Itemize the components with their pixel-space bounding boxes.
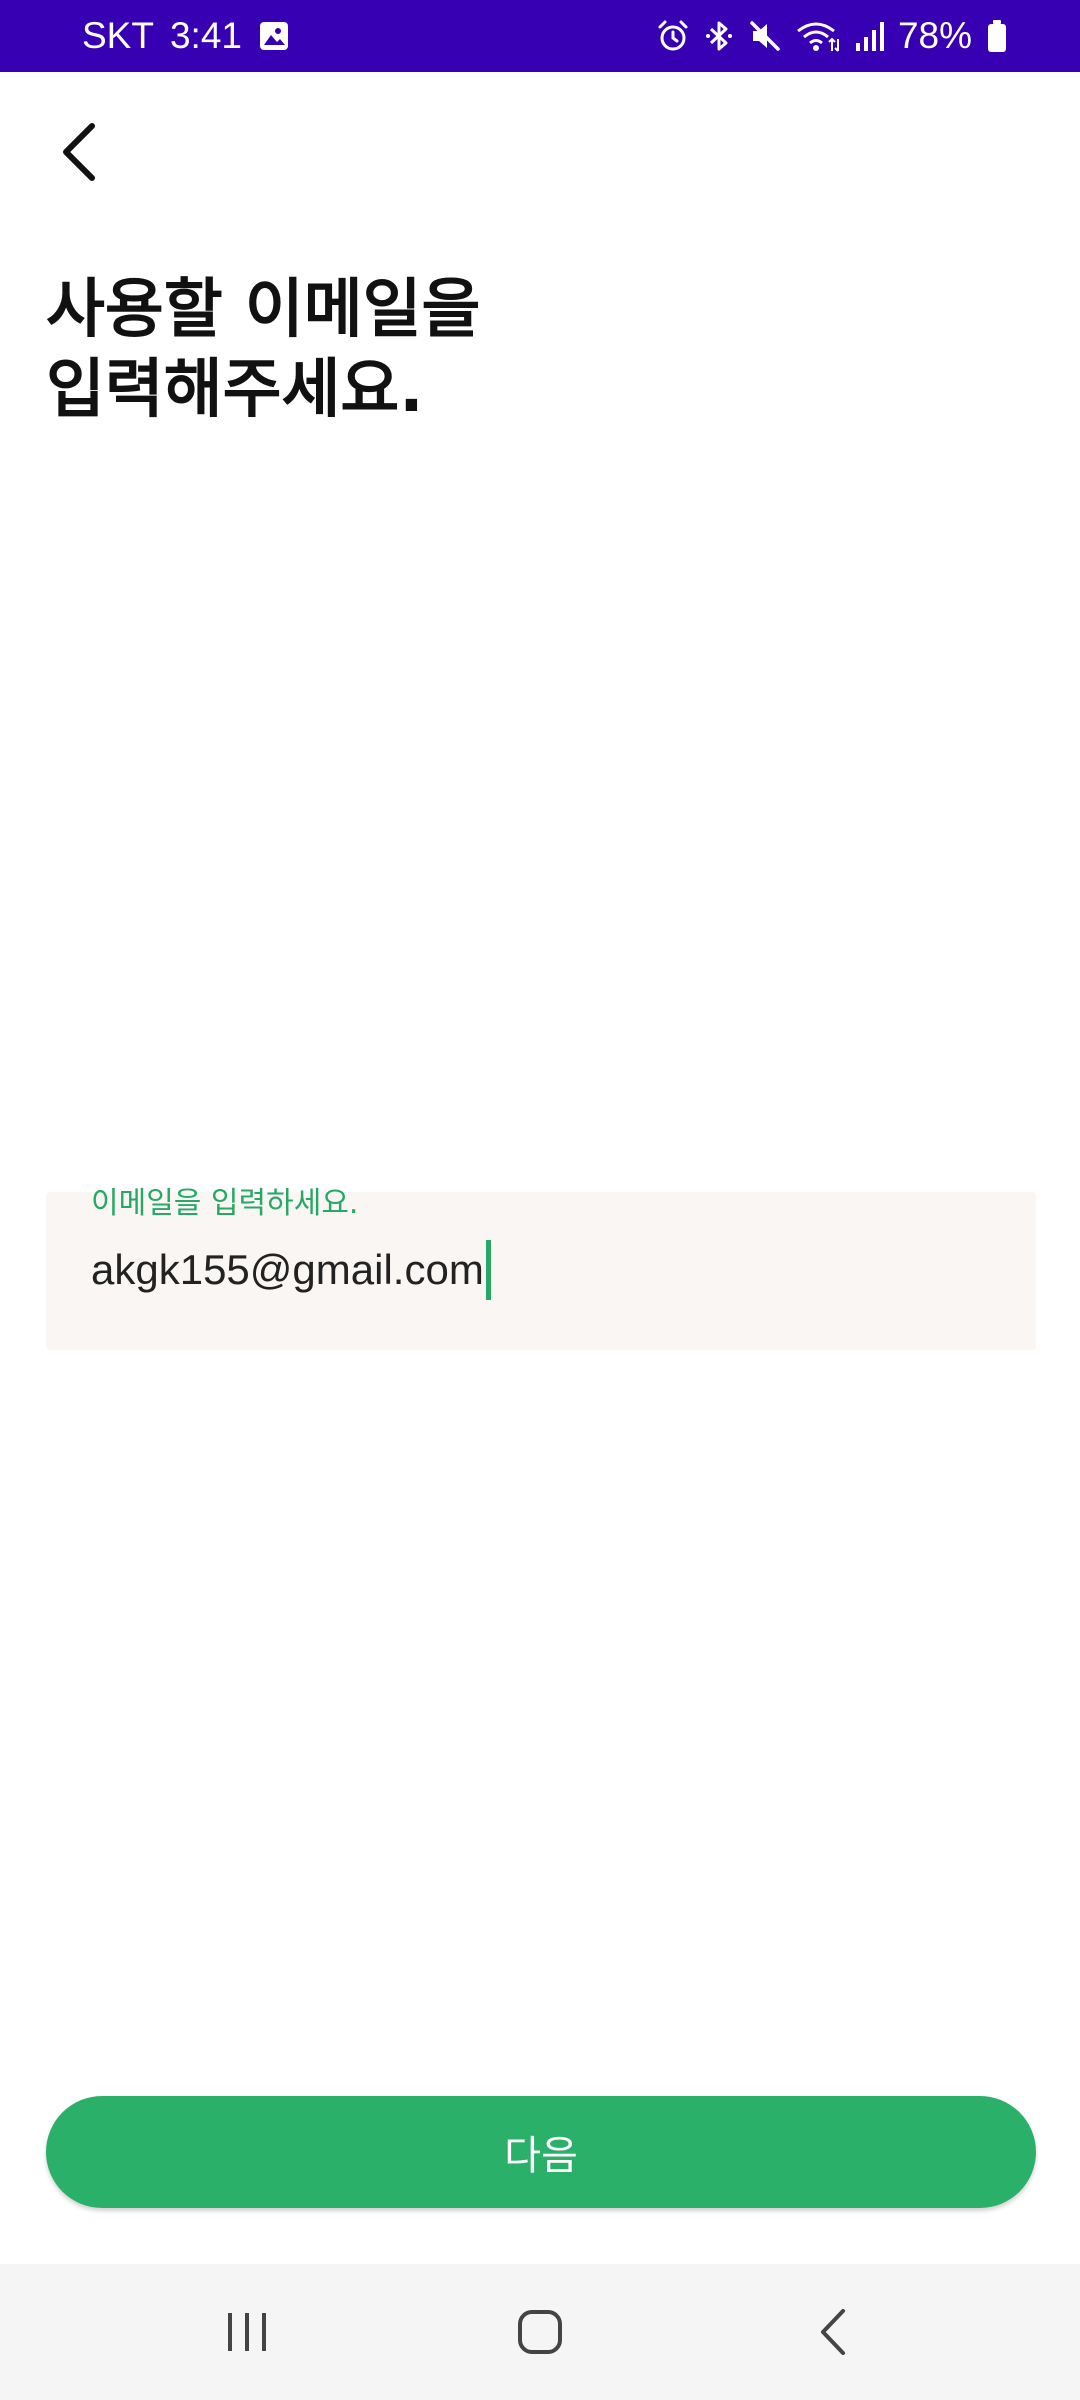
- navigation-bar: [0, 2264, 1080, 2400]
- clock: 3:41: [169, 15, 242, 56]
- battery-percent: 78%: [897, 15, 972, 56]
- next-button[interactable]: 다음: [46, 2096, 1036, 2208]
- home-button[interactable]: [480, 2282, 600, 2382]
- status-right: 78%: [656, 15, 1008, 57]
- chevron-left-icon: [63, 123, 95, 181]
- bluetooth-icon: [704, 19, 734, 53]
- email-input-value: akgk155@gmail.com: [91, 1246, 484, 1293]
- recent-apps-icon: [227, 2313, 266, 2351]
- home-icon: [517, 2310, 562, 2354]
- email-input[interactable]: akgk155@gmail.com: [91, 1240, 491, 1300]
- mute-icon: [748, 19, 782, 53]
- alarm-icon: [656, 19, 690, 53]
- gallery-icon: [258, 20, 290, 52]
- carrier-label: SKT: [82, 15, 154, 56]
- text-cursor: [485, 1240, 491, 1300]
- page-title: 사용할 이메일을 입력해주세요.: [46, 270, 946, 430]
- email-field[interactable]: 이메일을 입력하세요. akgk155@gmail.com: [46, 1186, 1036, 1350]
- nav-back-button[interactable]: [773, 2282, 893, 2382]
- status-bar: SKT 3:41 78%: [0, 0, 1080, 72]
- signal-icon: [854, 19, 884, 53]
- back-icon: [821, 2309, 846, 2355]
- email-field-label: 이메일을 입력하세요.: [91, 1186, 359, 1221]
- page-title-line2: 입력해주세요.: [46, 353, 424, 427]
- wifi-icon: [796, 19, 840, 53]
- page-title-line1: 사용할 이메일을: [46, 273, 481, 347]
- status-left: SKT 3:41: [82, 15, 290, 57]
- recent-apps-button[interactable]: [187, 2282, 307, 2382]
- back-button[interactable]: [46, 110, 110, 194]
- battery-icon: [986, 19, 1008, 53]
